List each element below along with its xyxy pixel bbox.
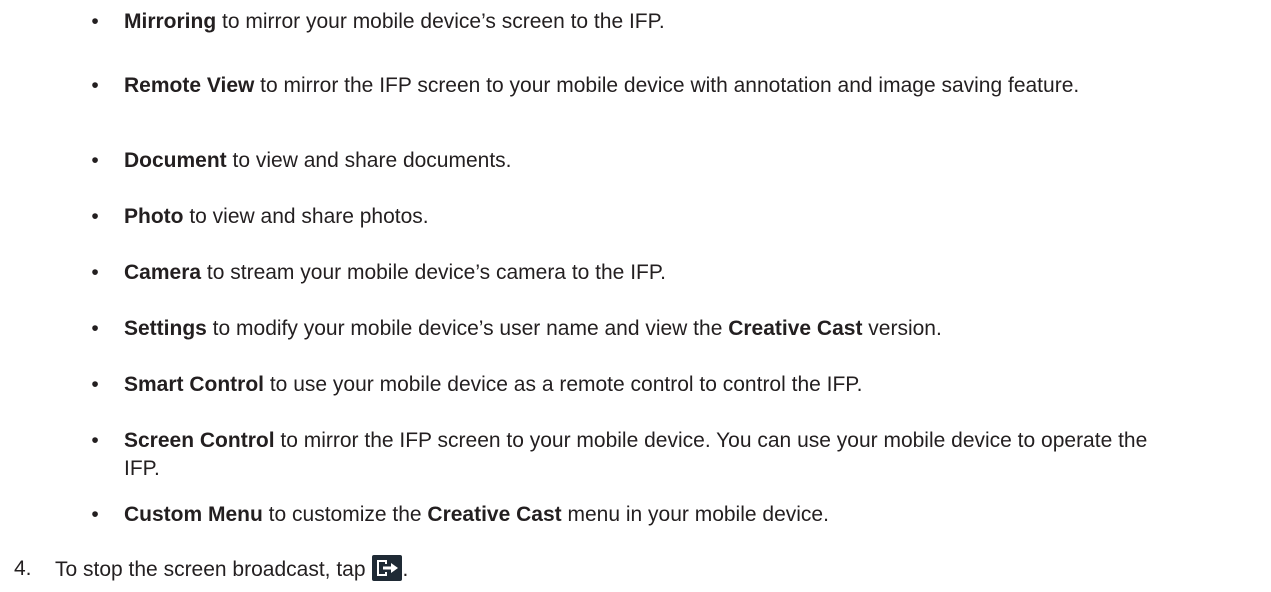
term: Creative Cast [427,503,562,526]
list-item-text: Screen Control to mirror the IFP screen … [124,427,1174,483]
list-item-text: Document to view and share documents. [124,147,1224,175]
description: to mirror the IFP screen to your mobile … [124,429,1148,480]
list-item-text: Smart Control to use your mobile device … [124,371,1224,399]
description: menu in your mobile device. [561,503,829,526]
step-number: 4. [14,557,32,580]
bullet: • [91,10,99,33]
list-item-text: Photo to view and share photos. [124,203,1224,231]
term: Remote View [124,74,255,97]
bullet: • [91,261,99,284]
step-text: To stop the screen broadcast, tap. [55,555,408,584]
step-instruction: To stop the screen broadcast, tap [55,558,366,581]
bullet: • [91,149,99,172]
description: to mirror the IFP screen to your mobile … [254,74,1080,97]
term: Photo [124,205,184,228]
term: Settings [124,317,207,340]
bullet: • [91,503,99,526]
term: Custom Menu [124,503,263,526]
term: Creative Cast [728,317,863,340]
document-page: • Mirroring to mirror your mobile device… [0,0,1271,592]
description: to view and share photos. [183,205,429,228]
description: to use your mobile device as a remote co… [264,373,863,396]
bullet: • [91,429,99,452]
exit-broadcast-icon [371,555,402,581]
bullet: • [91,317,99,340]
description: version. [862,317,942,340]
list-item-text: Camera to stream your mobile device’s ca… [124,259,1224,287]
description: to customize the [262,503,428,526]
bullet: • [91,373,99,396]
description: to view and share documents. [226,149,512,172]
term: Camera [124,261,202,284]
term: Smart Control [124,373,265,396]
term: Mirroring [124,10,217,33]
list-item-text: Remote View to mirror the IFP screen to … [124,72,1114,100]
description: to mirror your mobile device’s screen to… [216,10,665,33]
list-item-text: Settings to modify your mobile device’s … [124,315,1224,343]
list-item-text: Custom Menu to customize the Creative Ca… [124,501,1224,529]
bullet: • [91,205,99,228]
term: Screen Control [124,429,275,452]
description: to modify your mobile device’s user name… [206,317,729,340]
step-end: . [402,558,409,581]
list-item-text: Mirroring to mirror your mobile device’s… [124,8,1224,36]
term: Document [124,149,227,172]
description: to stream your mobile device’s camera to… [201,261,666,284]
bullet: • [91,74,99,97]
